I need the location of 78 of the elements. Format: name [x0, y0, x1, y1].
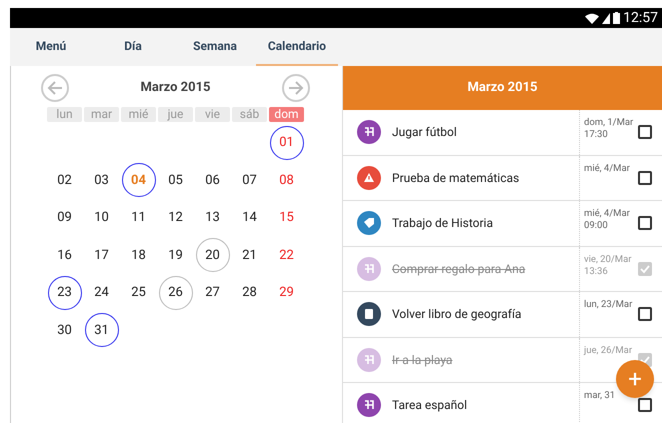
task-date: dom, 1/Mar [584, 117, 634, 129]
calendar-day[interactable]: 24 [84, 276, 118, 310]
task-date: mié, 4/Mar [584, 162, 631, 174]
calendar-day[interactable]: 29 [270, 276, 304, 310]
wifi-icon [585, 12, 600, 24]
calendar-day[interactable]: 03 [84, 163, 118, 198]
calendar-day[interactable]: 09 [48, 200, 82, 235]
calendar-day[interactable]: 16 [48, 238, 82, 272]
calendar-day[interactable]: 26 [158, 276, 192, 310]
task-date: lun, 23/Mar [584, 299, 634, 311]
tab[interactable]: Menú [10, 28, 92, 66]
task-row[interactable]: Trabajo de Historia mié, 4/Mar 09:00 [343, 201, 662, 246]
check-icon [640, 264, 650, 274]
weekday-label: vie [195, 107, 230, 122]
weekday-label: mar [84, 107, 119, 122]
task-title: Jugar fútbol [392, 124, 458, 142]
calendar-day[interactable]: 20 [196, 238, 230, 272]
checkbox[interactable] [638, 262, 652, 276]
signal-icon [602, 12, 610, 24]
calendar-day[interactable]: 13 [196, 200, 230, 235]
calendar-day[interactable]: 23 [48, 276, 82, 310]
checkbox[interactable] [638, 398, 652, 412]
calendar-day[interactable]: 17 [84, 238, 118, 272]
battery-icon [613, 12, 620, 24]
task-date: mié, 4/Mar [584, 208, 631, 220]
task-date: mar, 31 [584, 390, 616, 402]
calendar-day[interactable]: 14 [232, 200, 266, 235]
task-title: Comprar regalo para Ana [392, 260, 526, 278]
calendar-day[interactable]: 27 [196, 276, 230, 310]
checkbox[interactable] [638, 125, 652, 140]
calendar-day[interactable]: 10 [84, 200, 118, 235]
task-title: Trabajo de Historia [392, 215, 494, 232]
checkbox[interactable] [638, 307, 652, 322]
task-row[interactable]: Prueba de matemáticas mié, 4/Mar [343, 156, 662, 201]
task-time: 13:36 [584, 266, 609, 278]
task-title: Tarea español [392, 397, 468, 414]
task-title: Volver libro de geografía [392, 306, 522, 324]
task-row[interactable]: Jugar fútbol dom, 1/Mar 17:30 [343, 110, 662, 156]
task-title: Ir a la playa [392, 352, 454, 369]
checkbox[interactable] [638, 216, 652, 230]
task-time: 17:30 [584, 129, 609, 141]
calendar-day[interactable]: 12 [158, 200, 192, 235]
tab[interactable]: Calendario [256, 28, 338, 66]
task-date: vie, 20/Mar [584, 254, 632, 266]
calendar-day[interactable]: 01 [270, 126, 304, 160]
tab[interactable]: Día [92, 28, 174, 66]
calendar-day[interactable]: 25 [122, 276, 156, 310]
weekday-label: dom [269, 107, 304, 122]
task-time: 09:00 [584, 220, 609, 232]
tab[interactable]: Semana [174, 28, 256, 66]
weekday-label: jue [158, 107, 193, 122]
calendar-day[interactable]: 02 [48, 163, 82, 198]
calendar-day[interactable]: 11 [122, 200, 156, 235]
list-header: Marzo 2015 [343, 66, 662, 110]
calendar-day[interactable]: 18 [122, 238, 156, 272]
arrow-left-icon [46, 81, 62, 95]
calendar-day[interactable]: 15 [270, 200, 304, 235]
task-title: Prueba de matemáticas [392, 170, 520, 187]
month-title: Marzo 2015 [140, 79, 210, 98]
calendar-day[interactable]: 31 [84, 313, 118, 348]
calendar-day[interactable]: 06 [196, 163, 230, 198]
check-icon [640, 354, 650, 365]
calendar-day[interactable]: 07 [232, 163, 266, 198]
calendar-day[interactable]: 19 [158, 238, 192, 272]
calendar-day[interactable]: 08 [270, 163, 304, 198]
calendar-day[interactable]: 22 [270, 238, 304, 272]
weekday-label: sáb [232, 107, 267, 122]
status-time: 12:57 [623, 11, 658, 25]
calendar-day[interactable]: 05 [158, 163, 192, 198]
weekday-label: mié [121, 107, 156, 122]
arrow-right-icon [288, 81, 304, 95]
checkbox[interactable] [638, 170, 652, 185]
calendar-day[interactable]: 21 [232, 238, 266, 272]
calendar-day[interactable]: 30 [48, 313, 82, 348]
weekday-label: lun [47, 107, 82, 122]
task-row[interactable]: Volver libro de geografía lun, 23/Mar [343, 292, 662, 338]
calendar-day[interactable]: 28 [232, 276, 266, 310]
task-date: jue, 26/Mar [584, 344, 634, 356]
